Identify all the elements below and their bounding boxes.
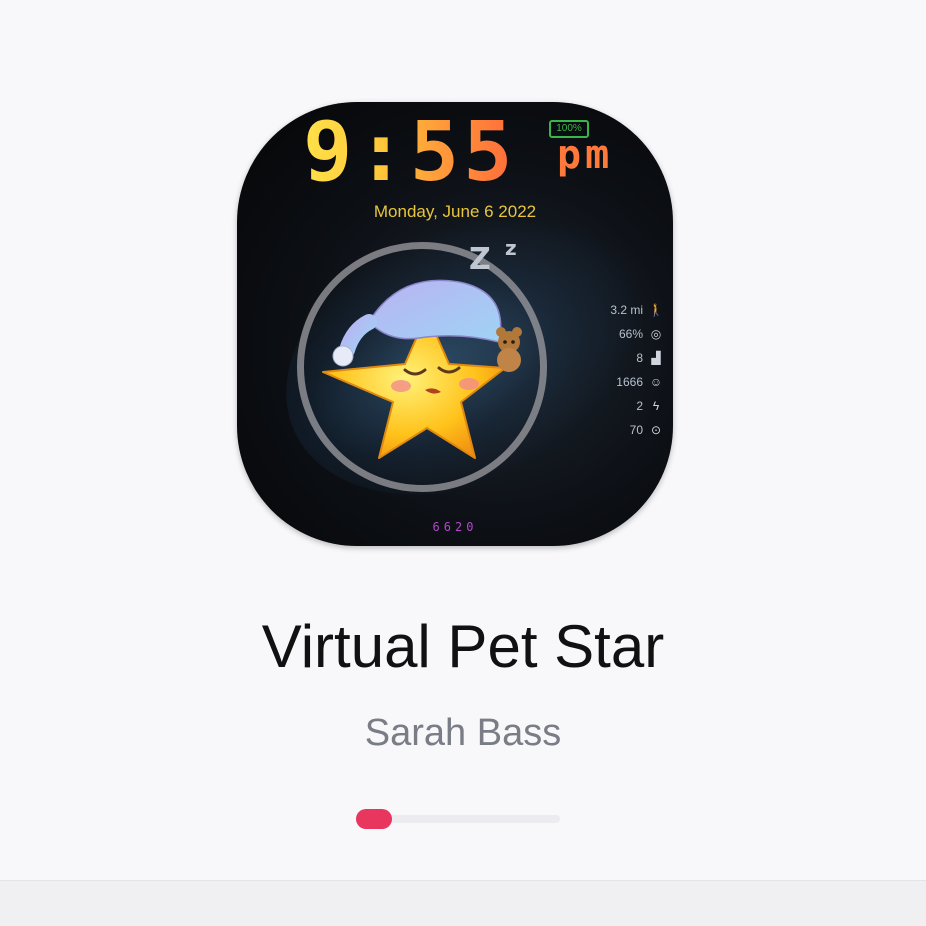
heart-circle-icon: ⊙ xyxy=(650,423,662,437)
stat-active: 2 ϟ xyxy=(587,394,663,418)
sleeping-star-pet xyxy=(322,279,522,459)
loading-progress-bar xyxy=(356,809,560,829)
sleep-zzz-small: z xyxy=(505,236,517,260)
signal-bars-icon: ▟ xyxy=(651,351,661,365)
stat-value: 1666 xyxy=(616,375,643,389)
stat-value: 3.2 mi xyxy=(610,303,643,317)
stat-goal: 66% ◎ xyxy=(587,322,663,346)
stat-calories: 1666 ☺ xyxy=(587,370,663,394)
watch-ampm: pm xyxy=(557,132,614,178)
page: 9:55 pm 100% Monday, June 6 2022 Z z 3.2… xyxy=(0,0,926,926)
sleep-zzz: Z xyxy=(469,242,491,277)
app-title: Virtual Pet Star xyxy=(261,613,665,680)
stat-value: 70 xyxy=(629,423,643,437)
watch-face-preview: 9:55 pm 100% Monday, June 6 2022 Z z 3.2… xyxy=(237,102,673,546)
stat-distance: 3.2 mi 🚶 xyxy=(587,298,663,322)
stat-value: 2 xyxy=(636,399,643,413)
watch-code: 6620 xyxy=(432,520,478,534)
watch-date: Monday, June 6 2022 xyxy=(373,202,537,221)
smiley-icon: ☺ xyxy=(649,375,663,389)
stat-floors: 8 ▟ xyxy=(587,346,663,370)
stats-column: 3.2 mi 🚶 66% ◎ 8 ▟ 1666 ☺ 2 ϟ 70 ⊙ xyxy=(587,298,663,442)
stat-heart: 70 ⊙ xyxy=(587,418,663,442)
watch-time: 9:55 xyxy=(303,105,517,200)
loading-progress-fill xyxy=(356,809,392,829)
lightning-icon: ϟ xyxy=(652,399,660,413)
app-author[interactable]: Sarah Bass xyxy=(0,712,926,755)
footer-divider xyxy=(0,880,926,926)
stat-value: 66% xyxy=(618,327,643,341)
battery-indicator: 100% xyxy=(549,120,589,138)
stat-value: 8 xyxy=(636,351,643,365)
target-icon: ◎ xyxy=(650,327,662,341)
walking-icon: 🚶 xyxy=(648,303,664,317)
